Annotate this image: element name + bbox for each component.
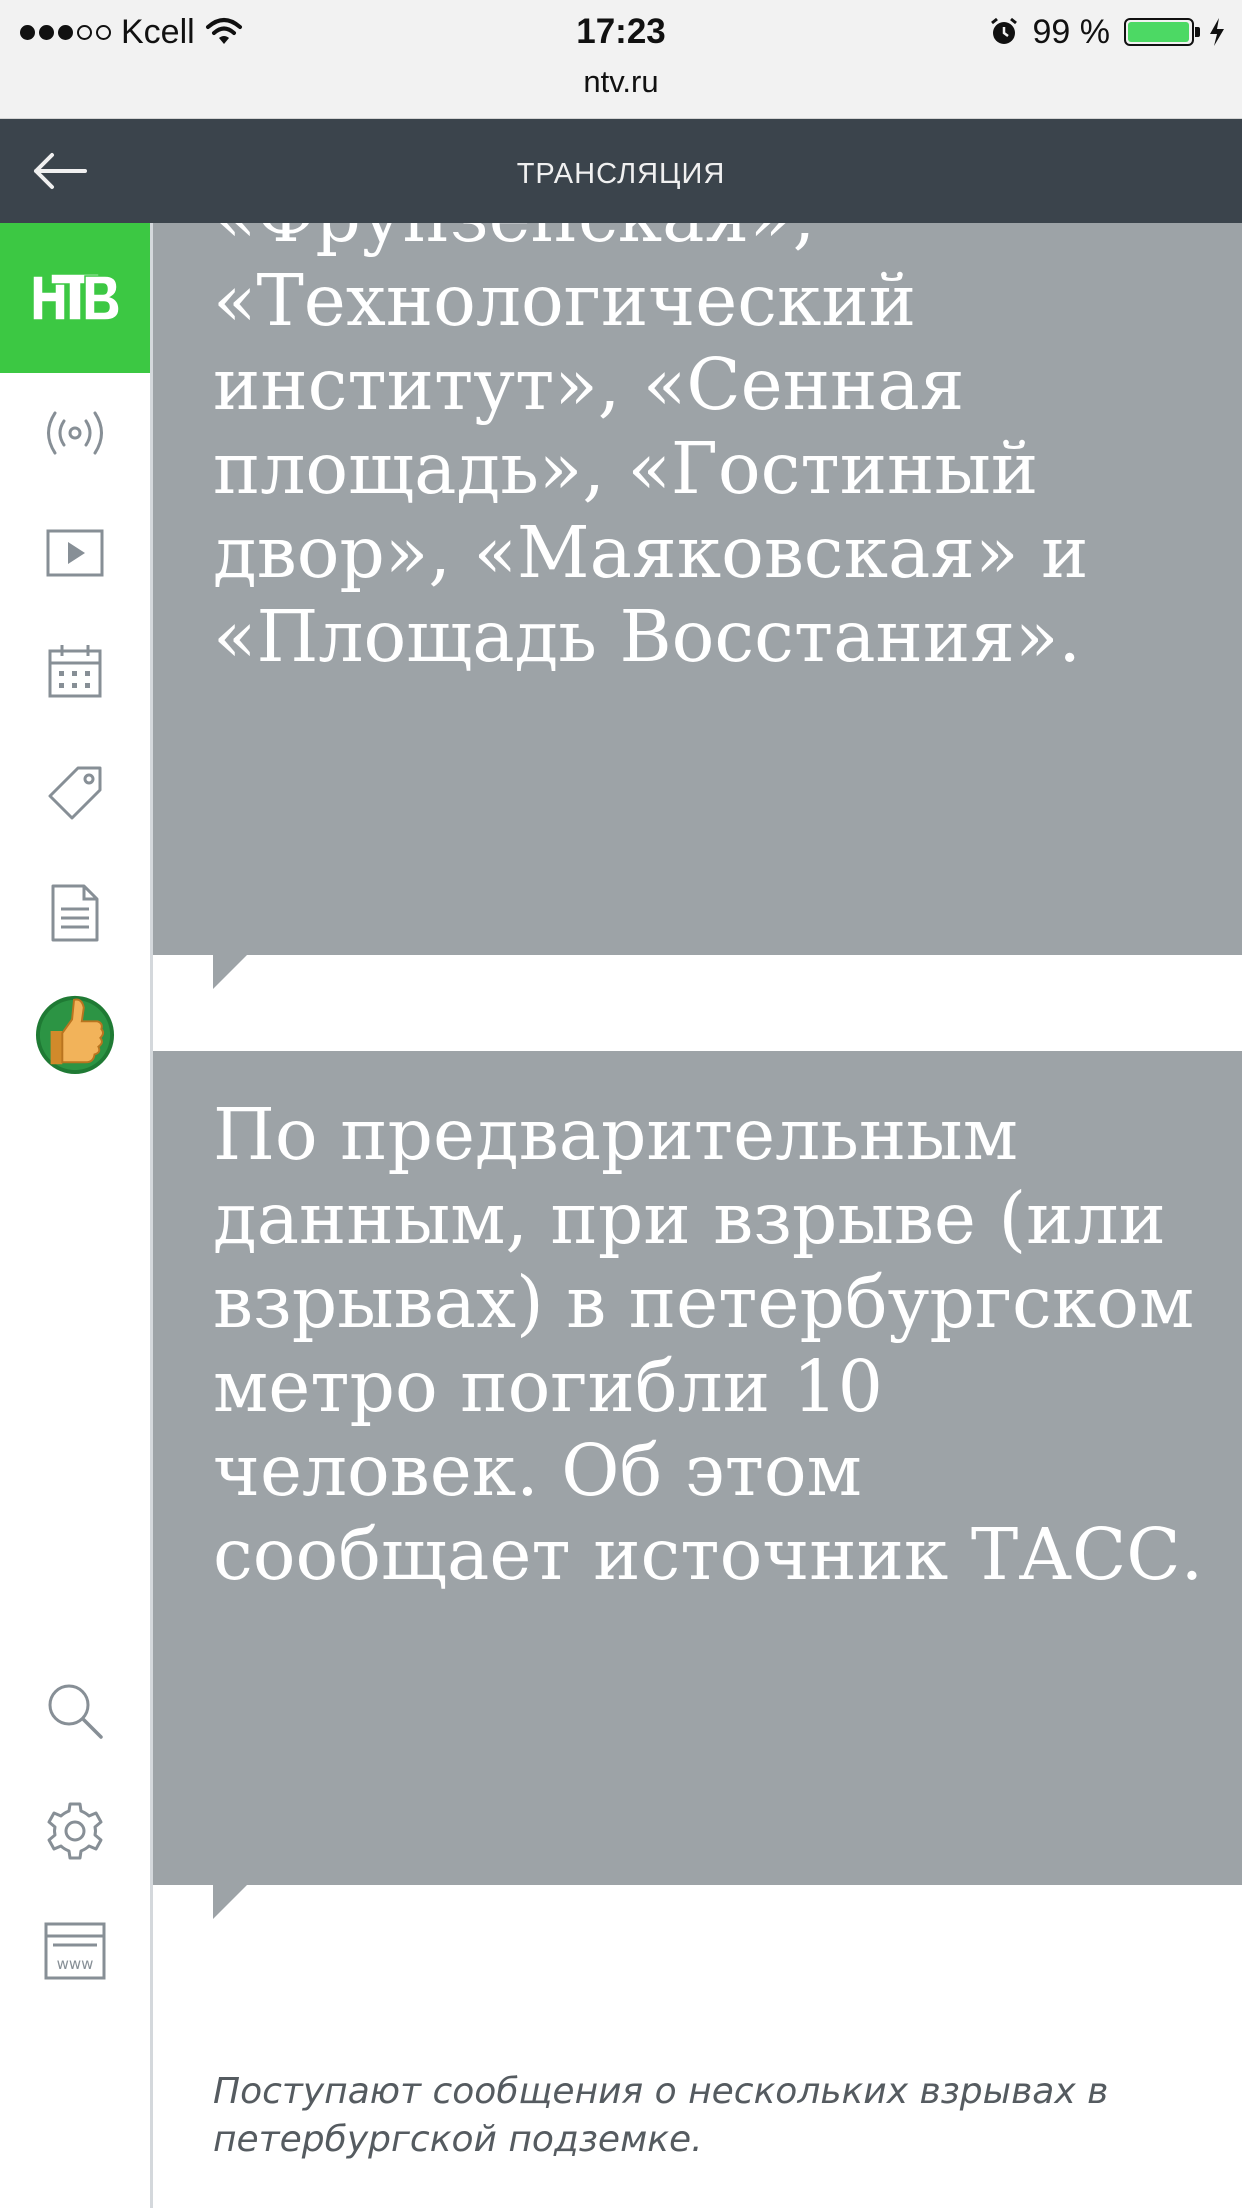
- post-tail: [213, 955, 247, 989]
- sidebar-item-tags[interactable]: [35, 753, 115, 833]
- www-browser-icon: www: [44, 1922, 106, 1980]
- battery-fill: [1128, 22, 1190, 42]
- page-title: ТРАНСЛЯЦИЯ: [516, 158, 726, 190]
- settings-gear-icon: [47, 1802, 103, 1860]
- tag-icon: [48, 766, 102, 820]
- ntv-logo[interactable]: [0, 223, 150, 373]
- sidebar-item-settings[interactable]: [35, 1791, 115, 1871]
- play-video-icon: [46, 529, 104, 577]
- thumbs-up-icon: [35, 995, 115, 1074]
- battery-icon: [1124, 18, 1200, 46]
- post-text: «Фрунзенская», «Технологический институт…: [213, 223, 1089, 678]
- alarm-icon: [990, 17, 1017, 44]
- status-right: 99 %: [989, 8, 1227, 56]
- post-text: По предварительным данным, при взрыве (и…: [213, 1093, 1204, 1596]
- svg-text:www: www: [57, 1955, 94, 1973]
- battery-percent: 99 %: [1032, 12, 1111, 51]
- post-caption: Поступают сообщения о нескольких взрывах…: [213, 2071, 1109, 2160]
- top-bar: ТРАНСЛЯЦИЯ: [0, 119, 1242, 223]
- feed-post: «Фрунзенская», «Технологический институт…: [153, 223, 1242, 955]
- sidebar-item-broadcast[interactable]: [35, 393, 115, 473]
- sidebar-item-search[interactable]: [35, 1671, 115, 1751]
- post-tail: [213, 1885, 247, 1919]
- sidebar-item-website[interactable]: www: [35, 1911, 115, 1991]
- url-bar[interactable]: ntv.ru: [0, 60, 1242, 104]
- ntv-logo-icon: [32, 273, 120, 321]
- live-feed[interactable]: «Фрунзенская», «Технологический институт…: [153, 223, 1242, 2208]
- charging-icon: [1210, 18, 1224, 46]
- sidebar-item-schedule[interactable]: [35, 631, 115, 711]
- sidebar: www: [0, 223, 153, 2208]
- broadcast-icon: [47, 411, 103, 455]
- sidebar-item-likes[interactable]: [35, 993, 115, 1074]
- document-icon: [51, 884, 99, 942]
- search-icon: [48, 1684, 103, 1739]
- feed-post: По предварительным данным, при взрыве (и…: [153, 1051, 1242, 1885]
- sidebar-item-articles[interactable]: [35, 873, 115, 953]
- calendar-icon: [48, 645, 102, 698]
- status-bar: Kcell 17:23 ntv.ru 99 %: [0, 0, 1242, 119]
- sidebar-item-video[interactable]: [35, 513, 115, 593]
